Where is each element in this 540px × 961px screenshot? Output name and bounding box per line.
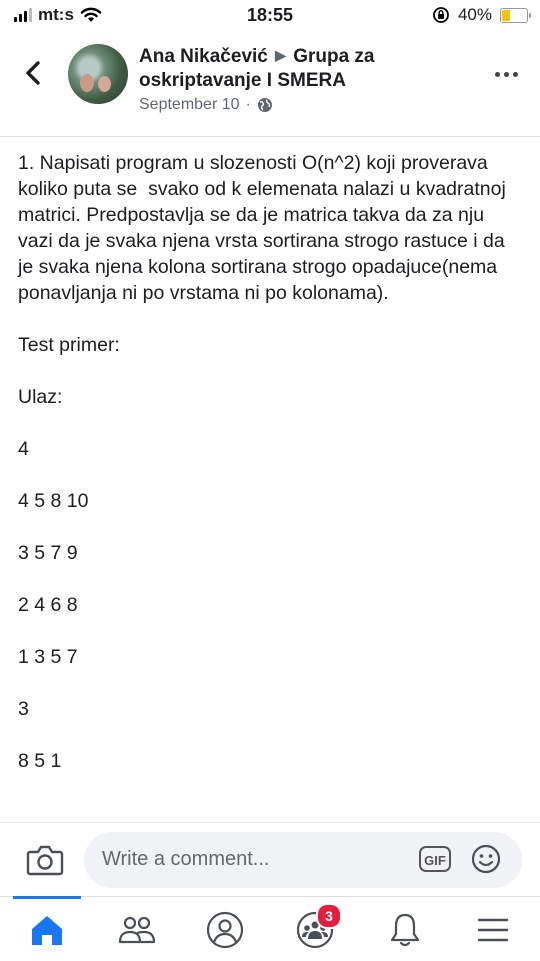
author-avatar[interactable]	[68, 44, 128, 104]
more-options-icon[interactable]	[495, 72, 518, 77]
post-line: 4 5 8 10	[18, 490, 89, 512]
emoji-icon[interactable]	[470, 843, 502, 875]
shared-to-arrow-icon: ▶	[275, 47, 286, 63]
comment-placeholder: Write a comment...	[102, 848, 270, 870]
post-header: Ana Nikačević ▶ Grupa za oskriptavanje I…	[0, 32, 540, 137]
post-meta: September 10 ·	[139, 96, 273, 114]
globe-icon	[257, 98, 272, 112]
comment-bar: Write a comment... GIF	[0, 822, 540, 897]
status-right: 40%	[432, 5, 531, 25]
bottom-tab-bar: 3	[0, 896, 540, 961]
post-line: Test primer:	[18, 334, 120, 356]
gif-button[interactable]: GIF	[419, 846, 451, 872]
friends-icon	[118, 916, 156, 944]
battery-percent: 40%	[457, 5, 492, 24]
meta-separator: ·	[245, 96, 251, 113]
post-title: Ana Nikačević ▶ Grupa za oskriptavanje I…	[139, 45, 479, 93]
post-date[interactable]: September 10	[139, 96, 240, 114]
back-arrow-icon[interactable]	[18, 58, 48, 88]
profile-icon	[206, 911, 244, 949]
post-line: 3	[18, 698, 29, 720]
post-line: 8 5 1	[18, 750, 62, 772]
post-task-text: 1. Napisati program u slozenosti O(n^2) …	[18, 152, 512, 304]
author-name[interactable]: Ana Nikačević	[139, 46, 268, 67]
notifications-icon	[390, 913, 420, 947]
groups-badge: 3	[316, 903, 342, 929]
tab-home[interactable]	[13, 896, 81, 957]
rotation-lock-icon	[433, 7, 449, 23]
post-line: 2 4 6 8	[18, 594, 78, 616]
tab-groups[interactable]: 3	[288, 903, 342, 957]
post-line: 3 5 7 9	[18, 542, 78, 564]
post-line: 4	[18, 438, 29, 460]
post-line: 1 3 5 7	[18, 646, 78, 668]
comment-input[interactable]: Write a comment... GIF	[84, 832, 522, 888]
menu-icon	[477, 918, 509, 942]
post-line: Ulaz:	[18, 386, 63, 408]
tab-friends[interactable]	[110, 903, 164, 957]
status-bar: mt:s 18:55 40%	[0, 0, 540, 32]
home-icon	[32, 916, 62, 945]
post-body: 1. Napisati program u slozenosti O(n^2) …	[18, 150, 523, 774]
tab-menu[interactable]	[466, 903, 520, 957]
camera-icon[interactable]	[26, 843, 64, 877]
tab-profile[interactable]	[198, 903, 252, 957]
battery-icon	[500, 7, 531, 23]
tab-notifications[interactable]	[378, 903, 432, 957]
